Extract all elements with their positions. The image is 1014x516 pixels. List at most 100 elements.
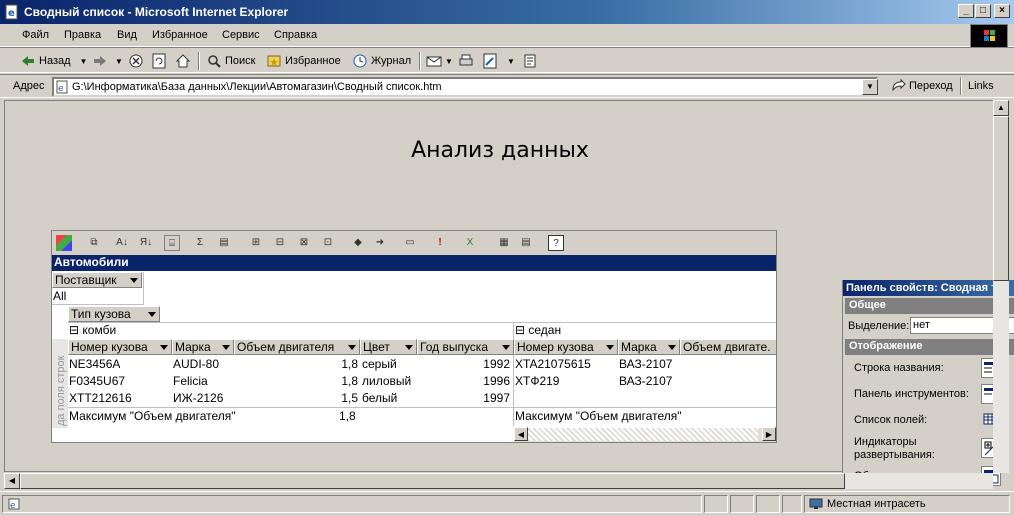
menu-favorites[interactable]: Избранное (152, 29, 208, 41)
autofilter-icon[interactable]: ⌸ (164, 235, 180, 251)
field-button-engine-volume-2[interactable]: Объем двигате. (680, 339, 776, 355)
move-right-icon[interactable]: ➜ (372, 235, 388, 251)
discuss-button[interactable] (522, 52, 538, 70)
print-button[interactable] (458, 52, 474, 70)
home-button[interactable] (175, 52, 191, 70)
scroll-right-icon[interactable]: ▶ (762, 427, 776, 441)
edit-dropdown-icon[interactable]: ▼ (507, 57, 515, 66)
address-input[interactable]: e G:\Информатика\База данных\Лекции\Авто… (52, 77, 878, 97)
selection-value: нет (913, 319, 930, 331)
total-label-2: Максимум "Объем двигателя" (515, 409, 682, 423)
pivot-horizontal-scrollbar[interactable]: ◀ ▶ (514, 427, 776, 442)
field-list-icon[interactable]: ▦ (496, 235, 512, 251)
address-dropdown-button[interactable]: ▼ (862, 79, 878, 95)
history-button[interactable]: Журнал (352, 52, 411, 70)
dropdown-arrow-icon (502, 345, 510, 350)
refresh-data-icon[interactable]: ! (432, 235, 448, 251)
search-button[interactable]: Поиск (206, 52, 255, 70)
scrollbar-thumb[interactable] (993, 116, 1009, 281)
back-button[interactable]: Назад ▼ (20, 52, 87, 70)
links-button[interactable]: Links (968, 80, 994, 92)
maximize-button[interactable]: □ (975, 4, 991, 18)
hide-details-icon[interactable]: ▭ (402, 235, 418, 251)
scroll-left-icon[interactable]: ◀ (514, 427, 528, 441)
expand-icon[interactable]: ⊡ (320, 235, 336, 251)
field-button-body-number[interactable]: Номер кузова (68, 339, 172, 355)
menu-tools[interactable]: Сервис (222, 29, 260, 41)
copy-icon[interactable]: ⧉ (86, 235, 102, 251)
field-button-year[interactable]: Год выпуска (417, 339, 514, 355)
scroll-up-icon[interactable]: ▲ (993, 100, 1009, 116)
group-label: комби (82, 323, 117, 337)
address-label: Адрес (13, 80, 45, 92)
menu-view[interactable]: Вид (117, 29, 137, 41)
subtotals-icon[interactable]: ▤ (216, 235, 232, 251)
cell-brand: ВАЗ-2107 (619, 357, 673, 371)
total-label: Максимум "Объем двигателя" (69, 409, 236, 423)
back-dropdown-icon[interactable]: ▼ (80, 57, 88, 66)
field-button-brand-2[interactable]: Марка (618, 339, 680, 355)
dropdown-arrow-icon (160, 345, 168, 350)
field-button-body-number-2[interactable]: Номер кузова (514, 339, 618, 355)
field-button-color[interactable]: Цвет (360, 339, 417, 355)
svg-text:e: e (10, 501, 16, 510)
refresh-button[interactable] (151, 52, 167, 70)
sort-descending-icon[interactable]: Я↓ (138, 235, 154, 251)
mail-dropdown-icon[interactable]: ▼ (445, 57, 453, 66)
autosum-icon[interactable]: Σ (192, 235, 208, 251)
stop-button[interactable] (128, 52, 144, 70)
properties-icon[interactable]: ▤ (518, 235, 534, 251)
horizontal-scrollbar[interactable]: ◀ (4, 473, 993, 489)
office-logo-icon[interactable] (56, 235, 72, 251)
status-pane (782, 495, 802, 513)
field-button-engine-volume[interactable]: Объем двигателя (234, 339, 360, 355)
help-icon[interactable]: ? (548, 235, 564, 251)
menu-edit[interactable]: Правка (64, 29, 101, 41)
cell-body-number: F0345U67 (69, 374, 126, 388)
close-button[interactable]: × (994, 4, 1010, 18)
column-field-body-type[interactable]: Тип кузова (68, 306, 160, 322)
cell-body-number: XTA21075615 (515, 357, 591, 371)
move-left-icon[interactable]: ◆ (350, 235, 366, 251)
expand-indicators-option-label: Индикаторы развертывания: (854, 436, 935, 461)
pivot-table: ⧉ A↓ Я↓ ⌸ Σ ▤ ⊞ ⊟ ⊠ ⊡ ◆ ➜ ▭ ! X ▦ ▤ ? Ав… (51, 230, 777, 443)
forward-button[interactable]: ▼ (92, 52, 123, 70)
export-excel-icon[interactable]: X (462, 235, 478, 251)
scrollbar-thumb[interactable] (20, 473, 845, 489)
scroll-left-icon[interactable]: ◀ (4, 473, 20, 489)
collapse-icon[interactable]: ⊠ (296, 235, 312, 251)
toolbar-separator (419, 52, 421, 70)
group-label: седан (528, 323, 562, 337)
go-button[interactable]: Переход (890, 77, 953, 95)
favorites-button[interactable]: Избранное (266, 52, 341, 70)
menu-file[interactable]: Файл (22, 29, 49, 41)
section-display[interactable]: Отображение (845, 339, 1014, 355)
minimize-button[interactable]: _ (958, 4, 974, 18)
sort-ascending-icon[interactable]: A↓ (114, 235, 130, 251)
edit-button[interactable]: ▼ (482, 52, 515, 70)
menu-help[interactable]: Справка (274, 29, 317, 41)
dropdown-arrow-icon (148, 312, 156, 317)
toolbar-separator (960, 77, 962, 95)
forward-dropdown-icon[interactable]: ▼ (115, 57, 123, 66)
group-header-sedan[interactable]: ⊟ седан (515, 323, 561, 337)
section-general[interactable]: Общее (845, 298, 1014, 314)
history-label: Журнал (371, 55, 412, 67)
show-as-icon[interactable]: ⊟ (272, 235, 288, 251)
properties-panel-title[interactable]: Панель свойств: Сводная таб (843, 280, 1014, 296)
calculated-totals-icon[interactable]: ⊞ (248, 235, 264, 251)
divider (143, 272, 144, 305)
field-button-brand[interactable]: Марка (172, 339, 234, 355)
group-header-kombi[interactable]: ⊟ комби (69, 323, 116, 337)
field-button-label: Цвет (363, 340, 390, 354)
standard-toolbar: Назад ▼ ▼ Поиск Избранное Журнал ▼ ▼ (0, 47, 1014, 73)
page-status-icon: e (7, 498, 21, 513)
page-file-icon: e (55, 80, 69, 95)
filter-field-supplier[interactable]: Поставщик (52, 272, 142, 288)
vertical-scrollbar[interactable]: ▲ (993, 100, 1009, 473)
cell-color: белый (362, 391, 398, 405)
mail-button[interactable]: ▼ (426, 52, 453, 70)
status-bar: e Местная интрасеть (0, 491, 1014, 516)
cell-body-number: NE3456A (69, 357, 121, 371)
scrollbar-track[interactable] (528, 428, 758, 441)
